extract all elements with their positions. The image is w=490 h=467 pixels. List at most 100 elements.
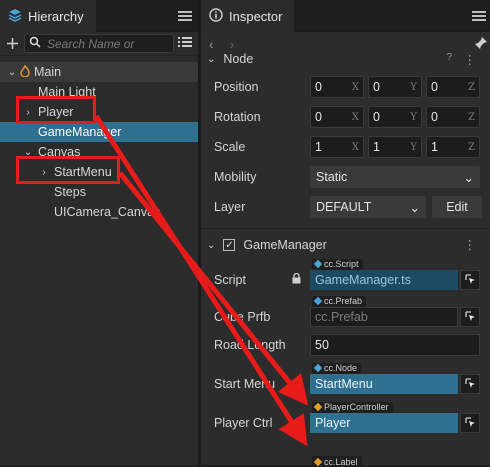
help-icon[interactable]: ?	[446, 52, 452, 63]
back-arrow-icon[interactable]: ‹	[209, 36, 214, 52]
hierarchy-search[interactable]	[24, 34, 174, 53]
layer-row: Layer DEFAULT ⌄ Edit	[201, 192, 490, 222]
chevron-down-icon[interactable]: ⌄	[207, 54, 215, 65]
inspector-menu-icon[interactable]	[472, 9, 486, 23]
start-menu-label: Start Menu	[214, 376, 276, 391]
pick-target-icon[interactable]	[460, 373, 480, 394]
rotation-y-field[interactable]: 0Y	[368, 106, 422, 128]
pin-icon[interactable]	[474, 36, 488, 53]
inspector-tab[interactable]: Inspector	[201, 0, 295, 32]
tree-node-label: Player	[38, 105, 74, 119]
tree-node-canvas[interactable]: ⌄ Canvas	[0, 142, 198, 162]
scale-z-field[interactable]: 1Z	[426, 136, 480, 158]
mobility-value: Static	[316, 170, 348, 184]
rotation-z-field[interactable]: 0Z	[426, 106, 480, 128]
chevron-down-icon: ⌄	[409, 200, 420, 215]
rotation-row: Rotation 0X 0Y 0Z	[201, 102, 490, 132]
start-menu-field[interactable]: cc.Node StartMenu	[310, 362, 480, 396]
cube-prfb-label: Cube Prfb	[214, 309, 271, 324]
cube-prfb-field[interactable]: cc.Prefab cc.Prefab	[310, 295, 480, 329]
player-ctrl-value: Player	[310, 412, 458, 433]
player-ctrl-row: Player Ctrl PlayerController Player	[201, 398, 490, 437]
tree-node-label: UICamera_Canvas	[54, 205, 161, 219]
layer-value: DEFAULT	[316, 200, 372, 214]
pick-target-icon[interactable]	[460, 306, 480, 327]
next-field-tag-wrap: cc.Label	[312, 456, 362, 467]
search-icon	[29, 36, 41, 51]
tree-node-startmenu[interactable]: › StartMenu	[0, 162, 198, 182]
search-input[interactable]	[47, 36, 147, 51]
position-row: Position 0X 0Y 0Z	[201, 72, 490, 102]
chevron-down-icon[interactable]: ⌄	[207, 240, 215, 251]
inspector-panel: Inspector ‹ › ⌄ Node ? ⋮ Position 0X 0Y …	[201, 0, 490, 467]
component-title: GameManager	[243, 238, 327, 252]
tree-node-gamemanager[interactable]: GameManager	[0, 122, 198, 142]
hierarchy-toolbar	[0, 32, 198, 56]
layers-icon	[8, 8, 22, 25]
scale-y-field[interactable]: 1Y	[368, 136, 422, 158]
inspector-tab-label: Inspector	[229, 8, 283, 24]
rotation-x-field[interactable]: 0X	[310, 106, 364, 128]
inspector-tabbar: Inspector	[201, 0, 490, 32]
gamemanager-section-header[interactable]: ⌄ ✓ GameManager ⋮	[201, 233, 490, 257]
scene-icon	[20, 64, 30, 80]
more-icon[interactable]: ⋮	[464, 52, 477, 66]
scale-row: Scale 1X 1Y 1Z	[201, 132, 490, 162]
mobility-select[interactable]: Static ⌄	[310, 166, 480, 188]
enabled-checkbox[interactable]: ✓	[223, 239, 236, 251]
chevron-down-icon: ⌄	[463, 170, 474, 185]
start-menu-row: Start Menu cc.Node StartMenu	[201, 359, 490, 398]
mobility-label: Mobility	[214, 170, 257, 184]
pick-target-icon[interactable]	[460, 412, 480, 433]
chevron-right-icon[interactable]: ›	[22, 107, 34, 118]
pick-target-icon[interactable]	[460, 269, 480, 290]
script-label: Script	[214, 272, 246, 287]
position-x-field[interactable]: 0X	[310, 76, 364, 98]
node-section-header[interactable]: ⌄ Node ? ⋮	[201, 52, 490, 66]
tree-node-label: Steps	[54, 185, 86, 199]
chevron-down-icon[interactable]: ⌄	[6, 67, 18, 78]
mobility-row: Mobility Static ⌄	[201, 162, 490, 192]
hierarchy-tabbar: Hierarchy	[0, 0, 198, 32]
script-value: GameManager.ts	[310, 269, 458, 290]
tree-node-label: Main Light	[38, 85, 96, 99]
script-field[interactable]: cc.Script GameManager.ts	[310, 258, 480, 292]
node-section-title: Node	[223, 52, 254, 66]
layer-select[interactable]: DEFAULT ⌄	[310, 196, 426, 218]
more-icon[interactable]: ⋮	[464, 237, 477, 252]
layer-label: Layer	[214, 200, 246, 214]
player-ctrl-label: Player Ctrl	[214, 415, 273, 430]
road-length-field[interactable]: 50	[310, 334, 480, 356]
hierarchy-tab[interactable]: Hierarchy	[0, 0, 96, 32]
list-view-icon[interactable]	[178, 36, 194, 51]
cube-prfb-value: cc.Prefab	[310, 306, 458, 327]
add-node-icon[interactable]	[4, 37, 20, 50]
tree-node-label: Main	[34, 65, 62, 79]
prefab-type-tag: cc.Prefab	[312, 295, 367, 307]
tree-node-main-light[interactable]: Main Light	[0, 82, 198, 102]
player-ctrl-field[interactable]: PlayerController Player	[310, 401, 480, 435]
cube-prfb-row: Cube Prfb cc.Prefab cc.Prefab	[201, 294, 490, 331]
road-length-row: Road Length 50	[201, 331, 490, 359]
tree-node-steps[interactable]: Steps	[0, 182, 198, 202]
tree-node-label: GameManager	[38, 125, 122, 139]
forward-arrow-icon[interactable]: ›	[230, 36, 235, 52]
position-y-field[interactable]: 0Y	[368, 76, 422, 98]
scale-x-field[interactable]: 1X	[310, 136, 364, 158]
hierarchy-menu-icon[interactable]	[178, 9, 192, 23]
position-label: Position	[214, 80, 259, 94]
tree-node-label: StartMenu	[54, 165, 112, 179]
chevron-down-icon[interactable]: ⌄	[22, 147, 34, 158]
label-type-tag: cc.Label	[312, 456, 362, 467]
tree-node-main[interactable]: ⌄ Main	[0, 62, 198, 82]
tree-node-uicamera-canvas[interactable]: UICamera_Canvas	[0, 202, 198, 222]
node-type-tag: cc.Node	[312, 362, 362, 374]
chevron-right-icon[interactable]: ›	[38, 167, 50, 178]
hierarchy-tab-label: Hierarchy	[28, 8, 84, 24]
position-z-field[interactable]: 0Z	[426, 76, 480, 98]
rotation-label: Rotation	[214, 110, 261, 124]
start-menu-value: StartMenu	[310, 373, 458, 394]
tree-node-player[interactable]: › Player	[0, 102, 198, 122]
edit-layer-button[interactable]: Edit	[432, 196, 482, 218]
hierarchy-panel: Hierarchy ⌄ Main Main Light ›	[0, 0, 198, 465]
